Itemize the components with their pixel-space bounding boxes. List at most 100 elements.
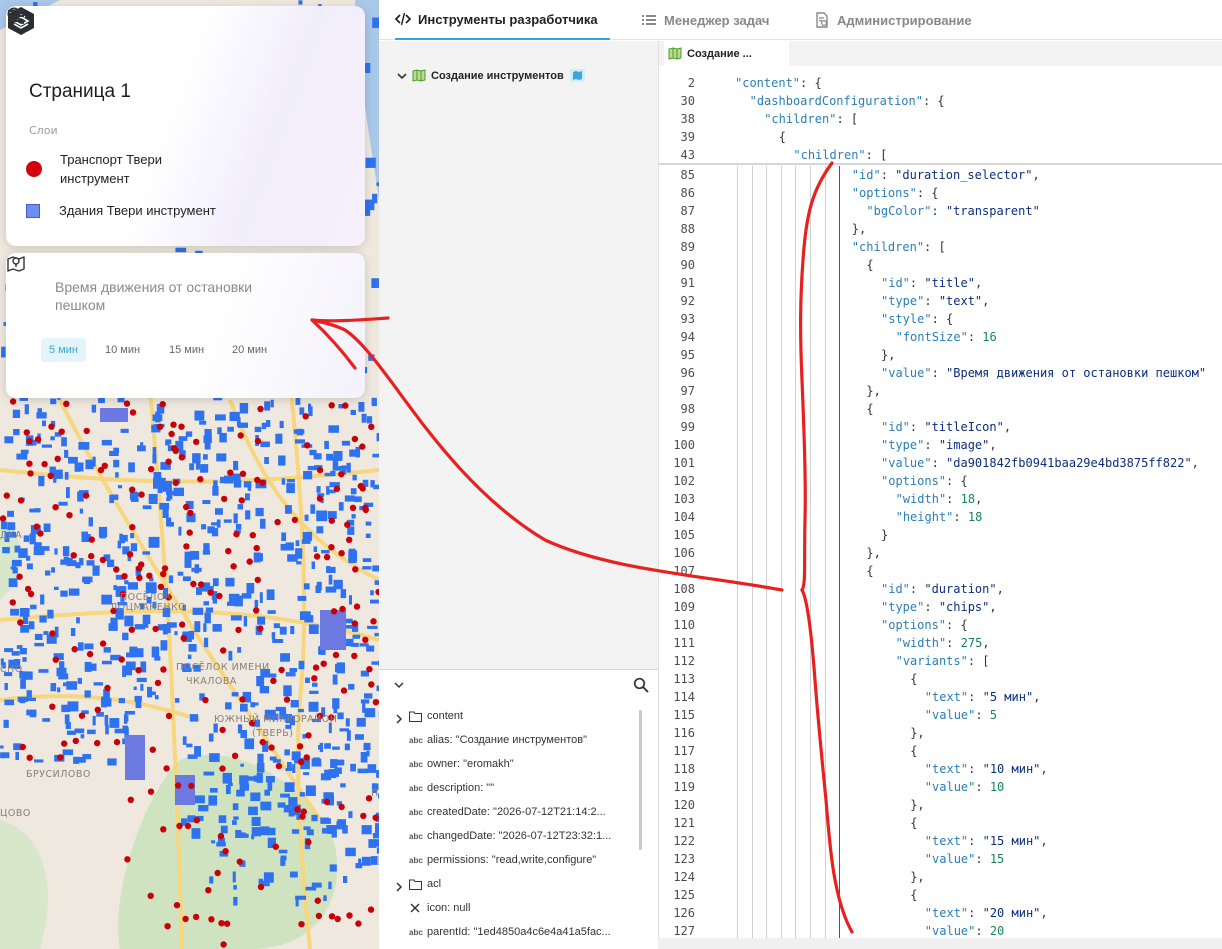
building <box>157 624 166 631</box>
code-line[interactable]: 104 "height": 18 <box>659 508 1222 526</box>
code-text: { <box>910 744 918 758</box>
building <box>354 734 364 740</box>
code-line[interactable]: 98 { <box>659 400 1222 418</box>
tab-administration[interactable]: Администрирование <box>814 0 972 40</box>
code-text: "options": { <box>851 186 939 200</box>
code-line[interactable]: 97}, <box>659 382 1222 400</box>
code-line[interactable]: 94 "fontSize": 16 <box>659 328 1222 346</box>
building <box>152 447 157 457</box>
code-line[interactable]: 112 "variants": [ <box>659 652 1222 670</box>
code-line[interactable]: 38 "children": [ <box>659 110 1222 128</box>
code-line[interactable]: 106}, <box>659 544 1222 562</box>
transport-stop <box>221 495 228 503</box>
tab-developer-tools[interactable]: Инструменты разработчика <box>395 0 610 40</box>
chip-15-min[interactable]: 15 мин <box>161 338 212 362</box>
code-line[interactable]: 117 { <box>659 742 1222 760</box>
editor-horizontal-scrollbar[interactable] <box>658 938 1222 949</box>
collapse-chevron-icon[interactable] <box>394 680 404 690</box>
layer-item-transport[interactable]: Транспорт Твери инструмент <box>26 150 162 188</box>
code-line[interactable]: 107 { <box>659 562 1222 580</box>
transport-stop <box>257 405 264 413</box>
chevron-right-icon[interactable] <box>394 714 404 724</box>
code-text: }, <box>851 222 867 236</box>
code-line[interactable]: 124}, <box>659 868 1222 886</box>
code-line[interactable]: 122 "text": "15 мин", <box>659 832 1222 850</box>
prop-content[interactable]: content <box>409 710 463 722</box>
prop-permissions[interactable]: abc permissions: "read,write,configure" <box>409 854 596 866</box>
prop-created-date[interactable]: abc createdDate: "2026-07-12T21:14:2... <box>409 806 606 818</box>
prop-owner[interactable]: abc owner: "eromakh" <box>409 758 514 770</box>
transport-stop <box>186 529 193 536</box>
code-line[interactable]: 87 "bgColor": "transparent" <box>659 202 1222 220</box>
code-line[interactable]: 90 { <box>659 256 1222 274</box>
transport-stop <box>170 421 177 428</box>
map-label-chkalova: ЧКАЛОВА <box>186 676 237 687</box>
code-line[interactable]: 95}, <box>659 346 1222 364</box>
code-line[interactable]: 88}, <box>659 220 1222 238</box>
chip-20-min[interactable]: 20 мин <box>224 338 275 362</box>
menu-icon[interactable] <box>6 6 26 26</box>
code-line[interactable]: 96 "value": "Время движения от остановки … <box>659 364 1222 382</box>
layer-item-buildings[interactable]: Здания Твери инструмент <box>26 201 216 220</box>
editor-tab-tools-creation[interactable]: Создание ... <box>664 41 789 66</box>
chevron-right-icon[interactable] <box>394 882 404 892</box>
code-line[interactable]: 2 "content": { <box>659 74 1222 92</box>
tab-task-manager[interactable]: Менеджер задач <box>641 0 769 40</box>
code-line[interactable]: 102 "options": { <box>659 472 1222 490</box>
code-line[interactable]: 119 "value": 10 <box>659 778 1222 796</box>
map-label-tsovo: ЦОВО <box>0 808 31 819</box>
prop-acl[interactable]: acl <box>409 878 441 890</box>
code-line[interactable]: 109 "type": "chips", <box>659 598 1222 616</box>
prop-changed-date[interactable]: abc changedDate: "2026-07-12T23:32:1... <box>409 830 611 842</box>
code-line[interactable]: 125 { <box>659 886 1222 904</box>
code-line[interactable]: 93 "style": { <box>659 310 1222 328</box>
code-line[interactable]: 115 "value": 5 <box>659 706 1222 724</box>
code-line[interactable]: 86 "options": { <box>659 184 1222 202</box>
map-view[interactable]: ПОСЁЛОК ЛОЦМАНЕНКО ПОСЁЛОК ИМЕНИ ЧКАЛОВА… <box>0 0 379 949</box>
transport-stop <box>239 696 246 703</box>
code-line[interactable]: 113 { <box>659 670 1222 688</box>
building <box>45 570 51 576</box>
building <box>291 829 300 834</box>
code-line[interactable]: 39 { <box>659 128 1222 146</box>
chevron-down-icon[interactable] <box>397 71 407 81</box>
prop-parent-id[interactable]: abc parentId: "1ed4850a4c6e4a41a5fac... <box>409 926 611 938</box>
building <box>10 608 20 616</box>
code-line[interactable]: 126 "text": "20 мин", <box>659 904 1222 922</box>
code-line[interactable]: 43 "children": [ <box>659 146 1222 164</box>
transport-stop <box>164 923 171 930</box>
transport-stop <box>344 521 351 528</box>
code-line[interactable]: 85 "id": "duration_selector", <box>659 166 1222 184</box>
code-line[interactable]: 114 "text": "5 мин", <box>659 688 1222 706</box>
code-line[interactable]: 111 "width": 275, <box>659 634 1222 652</box>
code-line[interactable]: 120}, <box>659 796 1222 814</box>
code-line[interactable]: 91 "id": "title", <box>659 274 1222 292</box>
code-line[interactable]: 101 "value": "da901842fb0941baa29e4bd3875… <box>659 454 1222 472</box>
chip-5-min[interactable]: 5 мин <box>41 338 86 362</box>
code-line[interactable]: 110 "options": { <box>659 616 1222 634</box>
chip-10-min[interactable]: 10 мин <box>97 338 148 362</box>
code-line[interactable]: 30 "dashboardConfiguration": { <box>659 92 1222 110</box>
code-line[interactable]: 99 "id": "titleIcon", <box>659 418 1222 436</box>
code-line[interactable]: 108 "id": "duration", <box>659 580 1222 598</box>
code-line[interactable]: 123 "value": 15 <box>659 850 1222 868</box>
transport-stop <box>272 843 279 850</box>
code-line[interactable]: 116}, <box>659 724 1222 742</box>
transport-stop <box>99 556 107 564</box>
building <box>351 514 356 519</box>
prop-alias[interactable]: abc alias: "Создание инструментов" <box>409 734 587 746</box>
code-line[interactable]: 89 "children": [ <box>659 238 1222 256</box>
json-code-editor[interactable]: 2 "content": {30 "dashboardConfiguration":… <box>658 66 1222 949</box>
code-line[interactable]: 103 "width": 18, <box>659 490 1222 508</box>
search-icon[interactable] <box>633 677 649 693</box>
code-line[interactable]: 92 "type": "text", <box>659 292 1222 310</box>
props-scrollbar[interactable] <box>639 710 642 850</box>
code-line[interactable]: 105} <box>659 526 1222 544</box>
prop-description[interactable]: abc description: "" <box>409 782 494 794</box>
code-line[interactable]: 121 { <box>659 814 1222 832</box>
tree-item-tools-creation[interactable]: Создание инструментов <box>397 69 585 82</box>
prop-icon[interactable]: icon: null <box>409 902 470 914</box>
code-line[interactable]: 118 "text": "10 мин", <box>659 760 1222 778</box>
map-label-tver: (ТВЕРЬ) <box>252 728 294 739</box>
code-line[interactable]: 100 "type": "image", <box>659 436 1222 454</box>
